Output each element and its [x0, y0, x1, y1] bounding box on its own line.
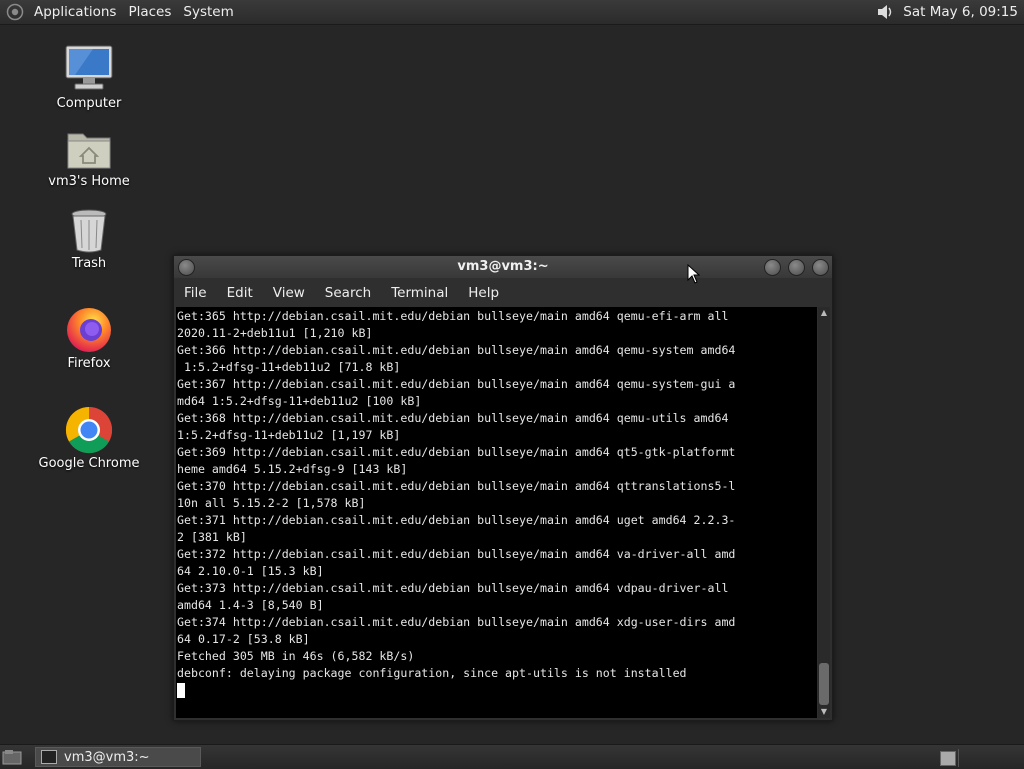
- show-desktop-icon[interactable]: [2, 749, 22, 765]
- terminal-line: Get:373 http://debian.csail.mit.edu/debi…: [177, 581, 729, 595]
- terminal-line: Get:374 http://debian.csail.mit.edu/debi…: [177, 615, 736, 629]
- system-menu[interactable]: System: [177, 4, 239, 20]
- desktop-icon-label: Google Chrome: [38, 456, 140, 471]
- terminal-output[interactable]: Get:365 http://debian.csail.mit.edu/debi…: [176, 307, 817, 718]
- desktop-icon-trash[interactable]: Trash: [24, 208, 154, 271]
- window-titlebar[interactable]: vm3@vm3:~: [174, 256, 832, 278]
- desktop-icon-label: Computer: [56, 96, 122, 111]
- top-panel: Applications Places System Sat May 6, 09…: [0, 0, 1024, 25]
- terminal-line: Get:368 http://debian.csail.mit.edu/debi…: [177, 411, 729, 425]
- terminal-line: Get:365 http://debian.csail.mit.edu/debi…: [177, 309, 729, 323]
- terminal-line: 1:5.2+dfsg-11+deb11u2 [71.8 kB]: [183, 360, 401, 374]
- chrome-icon: [65, 406, 113, 454]
- terminal-line: amd64 1.4-3 [8,540 B]: [177, 598, 324, 612]
- menu-view[interactable]: View: [263, 285, 315, 301]
- terminal-line: Get:366 http://debian.csail.mit.edu/debi…: [177, 343, 736, 357]
- mouse-pointer-icon: [687, 264, 701, 284]
- maximize-button[interactable]: [788, 259, 805, 276]
- volume-icon[interactable]: [875, 2, 895, 22]
- terminal-line: md64 1:5.2+dfsg-11+deb11u2 [100 kB]: [177, 394, 422, 408]
- terminal-scrollbar[interactable]: ▲ ▼: [818, 307, 830, 718]
- terminal-line: 2 [381 kB]: [177, 530, 247, 544]
- menu-file[interactable]: File: [174, 285, 217, 301]
- gnome-foot-icon[interactable]: [6, 3, 24, 21]
- desktop-icon-home[interactable]: vm3's Home: [24, 128, 154, 189]
- terminal-line: 2020.11-2+deb11u1 [1,210 kB]: [177, 326, 373, 340]
- close-button[interactable]: [812, 259, 829, 276]
- bottom-panel: vm3@vm3:~: [0, 744, 1024, 769]
- scroll-down-arrow-icon[interactable]: ▼: [818, 706, 830, 718]
- trash-icon: [71, 209, 107, 253]
- window-title: vm3@vm3:~: [457, 259, 549, 274]
- terminal-line: 1:5.2+dfsg-11+deb11u2 [1,197 kB]: [177, 428, 401, 442]
- desktop-icon-computer[interactable]: Computer: [24, 44, 154, 111]
- terminal-window[interactable]: vm3@vm3:~ File Edit View Search Terminal…: [173, 255, 833, 721]
- desktop-icon-firefox[interactable]: Firefox: [24, 306, 154, 371]
- terminal-line: debconf: delaying package configuration,…: [177, 666, 687, 680]
- desktop-icon-label: Firefox: [67, 356, 111, 371]
- scroll-thumb[interactable]: [819, 663, 829, 705]
- taskbar-terminal-button[interactable]: vm3@vm3:~: [35, 747, 201, 767]
- terminal-menubar: File Edit View Search Terminal Help: [174, 281, 832, 305]
- terminal-line: 64 2.10.0-1 [15.3 kB]: [177, 564, 324, 578]
- minimize-button[interactable]: [764, 259, 781, 276]
- terminal-line: Get:371 http://debian.csail.mit.edu/debi…: [177, 513, 736, 527]
- terminal-line: Get:369 http://debian.csail.mit.edu/debi…: [177, 445, 736, 459]
- applications-menu[interactable]: Applications: [28, 4, 122, 20]
- menu-search[interactable]: Search: [315, 285, 381, 301]
- computer-icon: [65, 45, 113, 90]
- firefox-icon: [67, 308, 111, 352]
- terminal-line: heme amd64 5.15.2+dfsg-9 [143 kB]: [177, 462, 408, 476]
- desktop-icon-label: vm3's Home: [48, 174, 130, 189]
- desktop-icon-label: Trash: [71, 256, 107, 271]
- menu-edit[interactable]: Edit: [217, 285, 263, 301]
- terminal-cursor: [177, 683, 185, 698]
- taskbar-label: vm3@vm3:~: [64, 749, 150, 765]
- terminal-icon: [41, 750, 57, 764]
- workspace-2[interactable]: [958, 749, 1024, 767]
- home-folder-icon: [67, 133, 111, 169]
- desktop-icon-chrome[interactable]: Google Chrome: [24, 406, 154, 471]
- terminal-line: Get:367 http://debian.csail.mit.edu/debi…: [177, 377, 736, 391]
- menu-help[interactable]: Help: [458, 285, 509, 301]
- terminal-line: 10n all 5.15.2-2 [1,578 kB]: [177, 496, 366, 510]
- terminal-line: 64 0.17-2 [53.8 kB]: [177, 632, 310, 646]
- menu-terminal[interactable]: Terminal: [381, 285, 458, 301]
- workspace-1[interactable]: [940, 751, 956, 766]
- terminal-line: Get:372 http://debian.csail.mit.edu/debi…: [177, 547, 736, 561]
- terminal-text: Get:365 http://debian.csail.mit.edu/debi…: [176, 307, 817, 699]
- clock[interactable]: Sat May 6, 09:15: [903, 4, 1018, 20]
- scroll-up-arrow-icon[interactable]: ▲: [818, 307, 830, 319]
- places-menu[interactable]: Places: [122, 4, 177, 20]
- terminal-line: Fetched 305 MB in 46s (6,582 kB/s): [177, 649, 415, 663]
- terminal-line: Get:370 http://debian.csail.mit.edu/debi…: [177, 479, 736, 493]
